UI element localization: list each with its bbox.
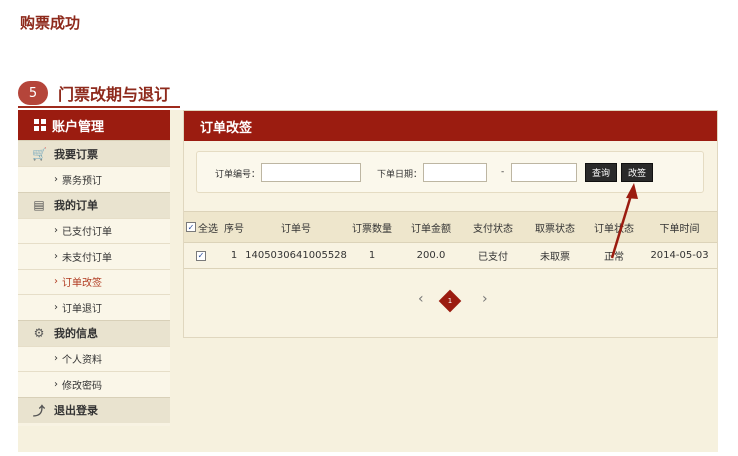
prev-page-icon[interactable]: ‹	[418, 291, 424, 307]
sidebar-group-label: 我要订票	[54, 147, 98, 161]
date-separator: -	[501, 167, 505, 177]
step-heading: 5 门票改期与退订	[18, 80, 170, 106]
column-header: 下单时间	[659, 223, 700, 235]
sidebar-group-my-info[interactable]: ⚙ 我的信息	[18, 319, 170, 346]
order-number-input[interactable]	[261, 163, 361, 182]
sidebar-item-label: 修改密码	[62, 380, 102, 392]
date-to-input[interactable]	[511, 163, 577, 182]
sidebar-item-label: 已支付订单	[62, 227, 112, 239]
main-panel: 订单改签 订单编号： 下单日期： - 查询 改签 ✓ 全选 序号 订单号 订票数…	[183, 110, 718, 338]
sidebar-item-label: 票务预订	[62, 175, 102, 187]
order-number-label: 订单编号：	[215, 170, 261, 180]
sidebar-item-label: 订单改签	[62, 278, 102, 290]
row-ticket-status: 未取票	[540, 252, 570, 263]
row-seq: 1	[230, 250, 238, 261]
checkbox-checked-icon[interactable]: ✓	[196, 250, 206, 261]
select-all-label: 全选	[198, 223, 218, 235]
table-header: ✓ 全选 序号 订单号 订票数量 订单金额 支付状态 取票状态 订单状态 下单时…	[184, 211, 717, 243]
row-select[interactable]: ✓	[184, 243, 220, 268]
sidebar-item-label: 未支付订单	[62, 252, 112, 264]
sidebar-group-label: 退出登录	[54, 404, 98, 417]
chevron-right-icon: ›	[54, 173, 58, 185]
page-title: 购票成功	[20, 14, 81, 32]
chevron-right-icon: ›	[54, 250, 58, 262]
sidebar-group-book[interactable]: 🛒 我要订票	[18, 140, 170, 166]
row-order-number: 1405030641005528	[245, 250, 347, 261]
row-order-time: 2014-05-03	[650, 250, 709, 261]
logout-icon: ⤴	[32, 403, 45, 418]
sidebar-group-logout[interactable]: ⤴ 退出登录	[18, 396, 170, 423]
cart-icon: 🛒	[32, 146, 47, 161]
column-header: 取票状态	[535, 223, 575, 235]
order-date-label: 下单日期：	[377, 170, 423, 180]
next-page-icon[interactable]: ›	[482, 291, 488, 307]
app-frame: 账户管理 🛒 我要订票 › 票务预订 ▤ 我的订单 › 已支付订单 › 未支付订…	[18, 110, 718, 452]
sidebar-item-ticket-booking[interactable]: › 票务预订	[18, 166, 170, 192]
checkbox-checked-icon[interactable]: ✓	[186, 222, 196, 232]
sidebar-item-order-change[interactable]: › 订单改签	[18, 268, 170, 294]
step-underline	[18, 106, 180, 108]
sidebar-header-label: 账户管理	[52, 119, 105, 135]
current-page-number: 1	[447, 297, 453, 305]
pagination: ‹ 1 ›	[398, 289, 508, 313]
sidebar-item-order-refund[interactable]: › 订单退订	[18, 294, 170, 320]
gear-icon: ⚙	[33, 326, 45, 340]
grid-icon	[34, 119, 46, 131]
chevron-right-icon: ›	[54, 301, 58, 313]
sidebar-group-label: 我的信息	[54, 327, 98, 340]
sidebar-item-paid-orders[interactable]: › 已支付订单	[18, 217, 170, 243]
table-row[interactable]: ✓ 1 1405030641005528 1 200.0 已支付 未取票 正常 …	[184, 243, 717, 269]
current-page[interactable]: 1	[438, 289, 462, 313]
column-header: 订单状态	[594, 223, 634, 235]
step-number-badge: 5	[18, 81, 48, 105]
search-form: 订单编号： 下单日期： - 查询 改签	[196, 151, 704, 193]
sidebar-group-orders[interactable]: ▤ 我的订单	[18, 191, 170, 218]
row-pay-status: 已支付	[478, 252, 508, 263]
chevron-right-icon: ›	[54, 225, 58, 237]
document-icon: ▤	[33, 198, 45, 212]
sidebar-item-unpaid-orders[interactable]: › 未支付订单	[18, 243, 170, 269]
sidebar-item-change-password[interactable]: › 修改密码	[18, 371, 170, 397]
row-quantity: 1	[368, 250, 376, 261]
query-button[interactable]: 查询	[585, 163, 617, 182]
column-header: 序号	[224, 223, 244, 235]
row-amount: 200.0	[416, 250, 446, 261]
chevron-right-icon: ›	[54, 353, 58, 365]
column-header: 订单号	[281, 223, 311, 235]
sidebar: 账户管理 🛒 我要订票 › 票务预订 ▤ 我的订单 › 已支付订单 › 未支付订…	[18, 110, 170, 426]
step-label: 门票改期与退订	[58, 85, 171, 104]
column-header: 支付状态	[473, 223, 513, 235]
column-header: 订票数量	[352, 223, 392, 235]
sidebar-header: 账户管理	[18, 110, 170, 140]
column-header: 订单金额	[411, 223, 451, 235]
sidebar-item-label: 个人资料	[62, 355, 102, 367]
chevron-right-icon: ›	[54, 276, 58, 288]
sidebar-item-label: 订单退订	[62, 303, 102, 315]
row-order-status: 正常	[604, 252, 624, 263]
select-all[interactable]: ✓ 全选	[184, 212, 220, 242]
date-from-input[interactable]	[423, 163, 487, 182]
sidebar-group-label: 我的订单	[54, 199, 98, 212]
chevron-right-icon: ›	[54, 378, 58, 390]
change-button[interactable]: 改签	[621, 163, 653, 182]
panel-title: 订单改签	[184, 111, 717, 141]
sidebar-item-profile[interactable]: › 个人资料	[18, 345, 170, 371]
